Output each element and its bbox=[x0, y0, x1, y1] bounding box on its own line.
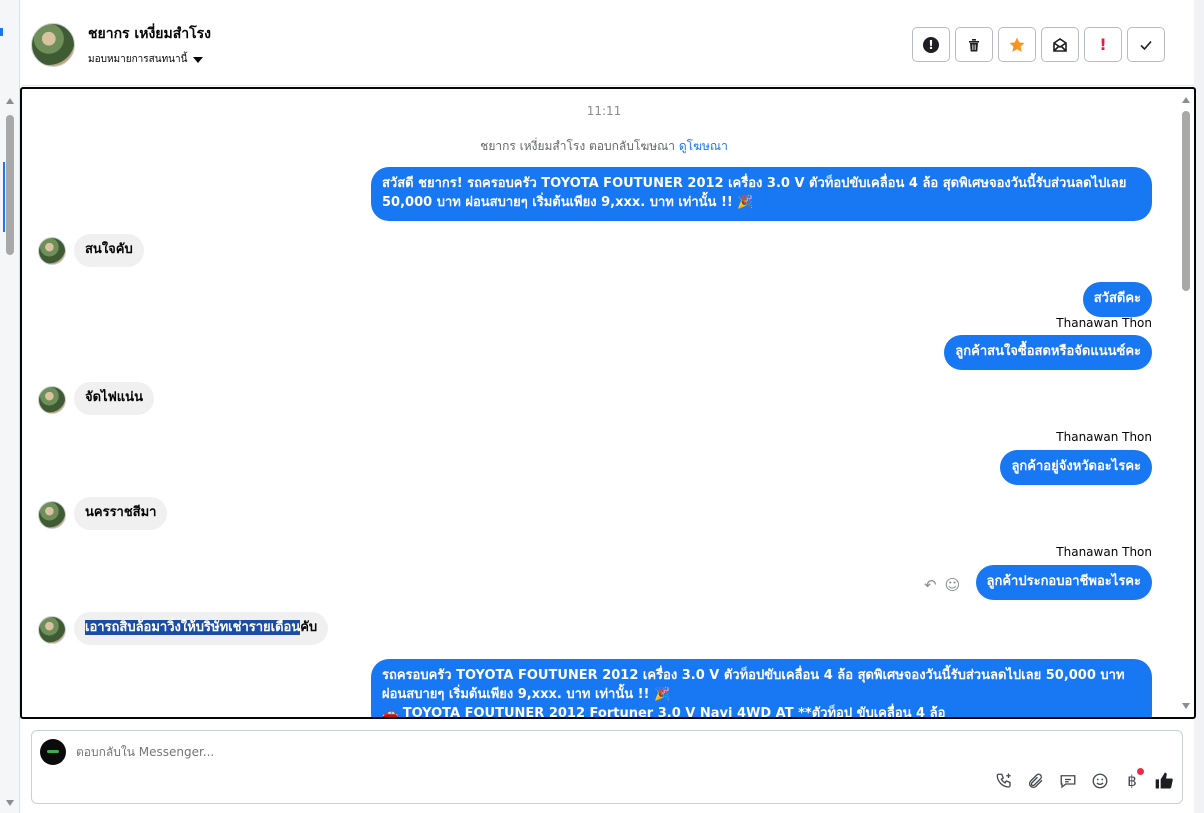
assign-conversation-dropdown[interactable]: มอบหมายการสนทนานี้ bbox=[88, 52, 204, 67]
delete-button[interactable] bbox=[955, 27, 993, 62]
report-icon: ! bbox=[923, 36, 939, 53]
scroll-up-arrow[interactable] bbox=[6, 98, 14, 104]
incoming-message[interactable]: สนใจคับ bbox=[74, 234, 144, 267]
check-icon bbox=[1140, 40, 1152, 50]
message-hover-actions: ↶ ☺ bbox=[924, 578, 960, 593]
incoming-message[interactable]: เอารถสิบล้อมาวิ่งให้บริษัทเช่ารายเดือนคั… bbox=[74, 612, 329, 645]
phone-plus-icon[interactable] bbox=[994, 771, 1014, 791]
thread-scroll-down-arrow[interactable] bbox=[1182, 703, 1190, 709]
header-actions: ! ! bbox=[912, 27, 1165, 62]
thread-scroll-up-arrow[interactable] bbox=[1182, 97, 1190, 103]
caret-down-icon bbox=[193, 56, 204, 63]
outgoing-message[interactable]: สวัสดีคะ bbox=[1082, 282, 1152, 317]
report-button[interactable]: ! bbox=[912, 27, 950, 62]
outgoing-message[interactable]: ลูกค้าอยู่จังหวัดอะไรคะ bbox=[1000, 450, 1152, 485]
message-text-line3: 🚗 TOYOTA FOUTUNER 2012 Fortuner 3.0 V Na… bbox=[382, 705, 946, 719]
saved-reply-icon[interactable] bbox=[1058, 771, 1078, 791]
outgoing-message[interactable]: สวัสดี ชยากร! รถครอบครัว TOYOTA FOUTUNER… bbox=[371, 167, 1152, 221]
sender-name: Thanawan Thon bbox=[1056, 430, 1152, 444]
reply-icon[interactable]: ↶ bbox=[924, 578, 937, 593]
ad-reply-text: ชยากร เหงี่ยมสำโรง ตอบกลับโฆษณา bbox=[480, 139, 676, 153]
emoji-icon[interactable] bbox=[1090, 771, 1110, 791]
star-button[interactable] bbox=[998, 27, 1036, 62]
incoming-message[interactable]: นครราชสีมา bbox=[74, 497, 168, 530]
message-text: รถครอบครัว TOYOTA FOUTUNER 2012 เครื่อง … bbox=[382, 668, 1125, 702]
notification-dot bbox=[1137, 768, 1144, 775]
left-panel-scrollbar[interactable] bbox=[0, 0, 20, 813]
message-composer[interactable]: ฿ bbox=[31, 730, 1183, 804]
message-timestamp: 11:11 bbox=[586, 104, 622, 118]
contact-avatar-small bbox=[38, 501, 66, 529]
message-text-rest: คับ bbox=[300, 620, 318, 635]
incoming-message[interactable]: จัดไฟแน่น bbox=[74, 382, 154, 415]
composer-toolbar: ฿ bbox=[994, 768, 1174, 791]
react-emoji-icon[interactable]: ☺ bbox=[945, 578, 961, 593]
star-icon bbox=[1009, 37, 1025, 52]
inbox-window: ชยากร เหงี่ยมสำโรง มอบหมายการสนทนานี้ ! bbox=[0, 0, 1204, 813]
contact-name[interactable]: ชยากร เหงี่ยมสำโรง bbox=[88, 23, 211, 45]
assign-label: มอบหมายการสนทนานี้ bbox=[88, 54, 188, 65]
page-avatar bbox=[40, 739, 66, 765]
sender-name: Thanawan Thon bbox=[1056, 316, 1152, 330]
important-icon: ! bbox=[1099, 34, 1107, 54]
ad-reply-notice: ชยากร เหงี่ยมสำโรง ตอบกลับโฆษณา ดูโฆษณา bbox=[22, 137, 1186, 156]
sender-name: Thanawan Thon bbox=[1056, 545, 1152, 559]
conversation-header: ชยากร เหงี่ยมสำโรง มอบหมายการสนทนานี้ ! bbox=[22, 0, 1194, 86]
contact-avatar-small bbox=[38, 386, 66, 414]
reply-input[interactable] bbox=[76, 745, 676, 759]
selected-text: เอารถสิบล้อมาวิ่งให้บริษัทเช่ารายเดือน bbox=[85, 620, 301, 635]
contact-avatar-small bbox=[38, 616, 66, 644]
baht-payment-icon[interactable]: ฿ bbox=[1122, 768, 1144, 791]
contact-avatar-small bbox=[38, 237, 66, 265]
outgoing-message[interactable]: รถครอบครัว TOYOTA FOUTUNER 2012 เครื่อง … bbox=[371, 659, 1152, 719]
view-ad-link[interactable]: ดูโฆษณา bbox=[679, 139, 728, 153]
attachment-icon[interactable] bbox=[1026, 771, 1046, 791]
mark-unread-button[interactable] bbox=[1041, 27, 1079, 62]
mark-done-button[interactable] bbox=[1127, 27, 1165, 62]
selected-indicator bbox=[3, 162, 5, 232]
outgoing-message[interactable]: ลูกค้าประกอบอาชีพอะไรคะ bbox=[975, 565, 1152, 600]
scrollbar-thumb[interactable] bbox=[6, 115, 14, 255]
panel-edge-marker bbox=[0, 28, 3, 36]
message-thread[interactable]: 11:11 ชยากร เหงี่ยมสำโรง ตอบกลับโฆษณา ดู… bbox=[20, 87, 1196, 719]
mark-unread-icon bbox=[1053, 37, 1067, 52]
contact-avatar[interactable] bbox=[31, 23, 75, 67]
like-icon[interactable] bbox=[1154, 771, 1174, 791]
important-button[interactable]: ! bbox=[1084, 27, 1122, 62]
outgoing-message[interactable]: ลูกค้าสนใจซื้อสดหรือจัดแนนซ์คะ bbox=[944, 335, 1152, 370]
scroll-down-arrow[interactable] bbox=[6, 800, 14, 806]
trash-icon bbox=[969, 38, 979, 51]
